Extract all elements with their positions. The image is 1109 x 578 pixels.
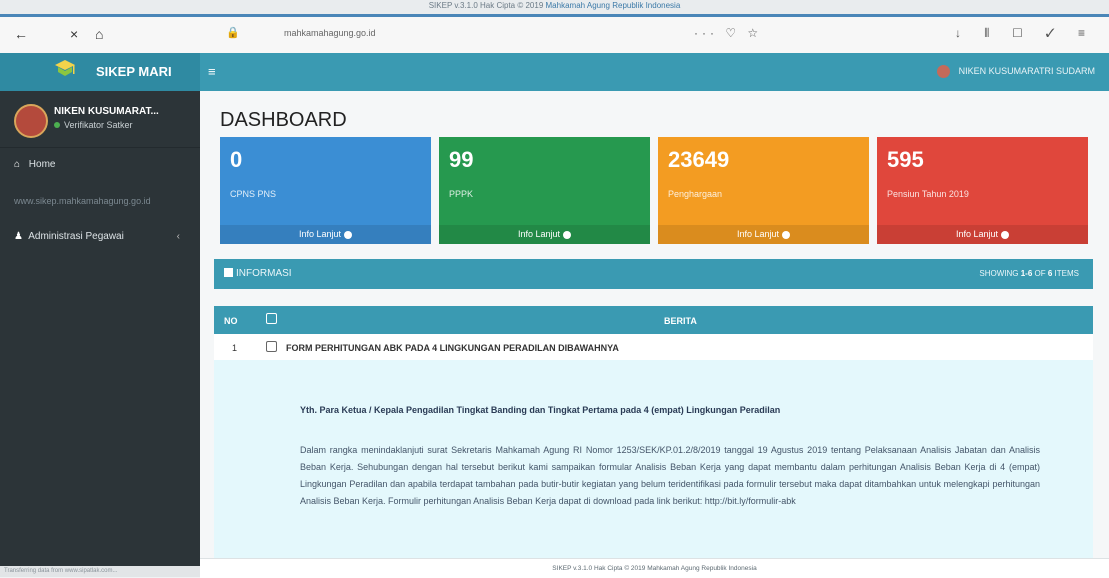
showing-total: 6 <box>1047 269 1053 278</box>
browser-tools[interactable]: ↓ ⫴ ☐ ✓ ≡ <box>955 26 1095 41</box>
info-lanjut-link[interactable]: Info Lanjut <box>658 225 869 244</box>
expand-all-icon[interactable] <box>266 313 277 324</box>
link-label: Info Lanjut <box>298 229 342 239</box>
stat-value: 595 <box>887 147 924 172</box>
info-lanjut-link[interactable]: Info Lanjut <box>220 225 431 244</box>
chevron-left-icon: ‹ <box>176 231 180 242</box>
sidebar-item-administrasi-pegawai[interactable]: ♟ Administrasi Pegawai ‹ <box>0 219 200 255</box>
brand-name: SIKEP MARI <box>96 64 172 79</box>
arrow-circle-icon <box>344 230 353 239</box>
main-content: DASHBOARD 0 CPNS PNS Info Lanjut 99 PPPK… <box>200 91 1109 577</box>
arrow-circle-icon <box>1001 230 1010 239</box>
sidebar-item-label: Administrasi Pegawai <box>28 231 124 242</box>
url-text[interactable]: mahkamahagung.go.id <box>284 28 376 38</box>
sidebar-item-link[interactable]: www.sikep.mahkamahagung.go.id <box>0 183 200 219</box>
footer-text: SIKEP v.3.1.0 Hak Cipta © 2019 <box>552 565 646 572</box>
link-label: Info Lanjut <box>736 229 780 239</box>
window-title: SIKEP v.3.1.0 Hak Cipta © 2019 Mahkamah … <box>0 0 1109 12</box>
browser-toolbar: ← × ⌂ 🔒 mahkamahagung.go.id ··· ♡ ☆ ↓ ⫴ … <box>0 17 1109 54</box>
table-row[interactable]: 1 FORM PERHITUNGAN ABK PADA 4 LINGKUNGAN… <box>214 334 1093 361</box>
informasi-title: INFORMASI <box>224 268 292 279</box>
stat-box-penghargaan: 23649 Penghargaan Info Lanjut <box>658 137 869 244</box>
column-no: NO <box>224 316 238 326</box>
logo-icon <box>55 60 75 76</box>
window-title-bar: SIKEP v.3.1.0 Hak Cipta © 2019 Mahkamah … <box>0 0 1109 17</box>
user-panel: NIKEN KUSUMARAT... Verifikator Satker <box>0 91 200 148</box>
page-actions[interactable]: ··· ♡ ☆ <box>694 26 762 40</box>
page-footer: SIKEP v.3.1.0 Hak Cipta © 2019 Mahkamah … <box>200 558 1109 578</box>
arrow-circle-icon <box>563 230 572 239</box>
sidebar-menu: ⌂ Home www.sikep.mahkamahagung.go.id ♟ A… <box>0 147 200 255</box>
row-title: FORM PERHITUNGAN ABK PADA 4 LINGKUNGAN P… <box>286 343 619 353</box>
page-title: DASHBOARD <box>220 109 347 131</box>
info-lanjut-link[interactable]: Info Lanjut <box>877 225 1088 244</box>
informasi-header: INFORMASI SHOWING 1-6 OF 6 ITEMS <box>214 259 1093 289</box>
window-title-org: Mahkamah Agung Republik Indonesia <box>545 1 681 10</box>
showing-mid: OF <box>1034 269 1046 278</box>
column-berita: BERITA <box>664 316 697 326</box>
stat-box-pensiun: 595 Pensiun Tahun 2019 Info Lanjut <box>877 137 1088 244</box>
link-label: Info Lanjut <box>955 229 999 239</box>
avatar <box>937 65 951 78</box>
sidebar-item-label: www.sikep.mahkamahagung.go.id <box>14 196 151 206</box>
status-bar: Transferring data from www.sipatlak.com.… <box>0 566 200 577</box>
stat-value: 23649 <box>668 147 730 172</box>
sidebar-user-name: NIKEN KUSUMARAT... <box>54 106 159 117</box>
menu-toggle-icon[interactable]: ≡ <box>208 64 216 79</box>
brand[interactable]: SIKEP MARI <box>0 53 200 91</box>
address-bar[interactable]: 🔒 mahkamahagung.go.id ··· ♡ ☆ <box>214 23 758 45</box>
user-menu-name: NIKEN KUSUMARATRI SUDARM <box>958 65 1095 76</box>
home-icon: ⌂ <box>14 159 21 170</box>
detail-body: Dalam rangka menindaklanjuti surat Sekre… <box>300 445 1040 506</box>
stat-value: 0 <box>230 147 243 172</box>
informasi-title-text: INFORMASI <box>236 268 292 279</box>
stat-value: 99 <box>449 147 474 172</box>
footer-org: Mahkamah Agung Republik Indonesia <box>647 565 757 572</box>
sidebar-item-home[interactable]: ⌂ Home <box>0 147 200 183</box>
row-no: 1 <box>232 343 238 353</box>
sidebar-user-role: Verifikator Satker <box>54 120 133 130</box>
stat-label: Penghargaan <box>668 189 723 199</box>
folder-icon <box>224 268 233 277</box>
row-detail: Yth. Para Ketua / Kepala Pengadilan Ting… <box>214 360 1093 566</box>
close-icon[interactable]: × <box>70 26 78 42</box>
sidebar-item-label: Home <box>28 159 56 170</box>
stat-label: Pensiun Tahun 2019 <box>887 189 969 199</box>
showing-range: 1-6 <box>1020 269 1033 278</box>
window-title-text: SIKEP v.3.1.0 Hak Cipta © 2019 <box>428 1 544 10</box>
showing-prefix: SHOWING <box>979 269 1019 278</box>
online-status-icon <box>54 122 60 128</box>
stat-box-cpns-pns: 0 CPNS PNS Info Lanjut <box>220 137 431 244</box>
showing-count: SHOWING 1-6 OF 6 ITEMS <box>979 269 1079 278</box>
stat-label: CPNS PNS <box>230 189 277 199</box>
link-label: Info Lanjut <box>517 229 561 239</box>
back-icon[interactable]: ← <box>14 26 28 42</box>
sidebar-avatar <box>14 104 48 138</box>
user-icon: ♟ <box>14 231 23 242</box>
stat-label: PPPK <box>449 189 474 199</box>
info-lanjut-link[interactable]: Info Lanjut <box>439 225 650 244</box>
home-icon[interactable]: ⌂ <box>95 26 103 42</box>
stat-box-pppk: 99 PPPK Info Lanjut <box>439 137 650 244</box>
lock-icon: 🔒 <box>226 27 240 39</box>
user-role-text: Verifikator Satker <box>64 120 133 130</box>
app-header: SIKEP MARI ≡ NIKEN KUSUMARATRI SUDARM <box>0 53 1109 91</box>
arrow-circle-icon <box>782 230 791 239</box>
detail-heading: Yth. Para Ketua / Kepala Pengadilan Ting… <box>300 405 781 415</box>
table-header: NO BERITA <box>214 306 1093 334</box>
sidebar: NIKEN KUSUMARAT... Verifikator Satker ⌂ … <box>0 91 200 566</box>
showing-suffix: ITEMS <box>1054 269 1079 278</box>
expand-icon[interactable] <box>266 341 277 352</box>
user-menu[interactable]: NIKEN KUSUMARATRI SUDARM <box>937 65 1095 78</box>
